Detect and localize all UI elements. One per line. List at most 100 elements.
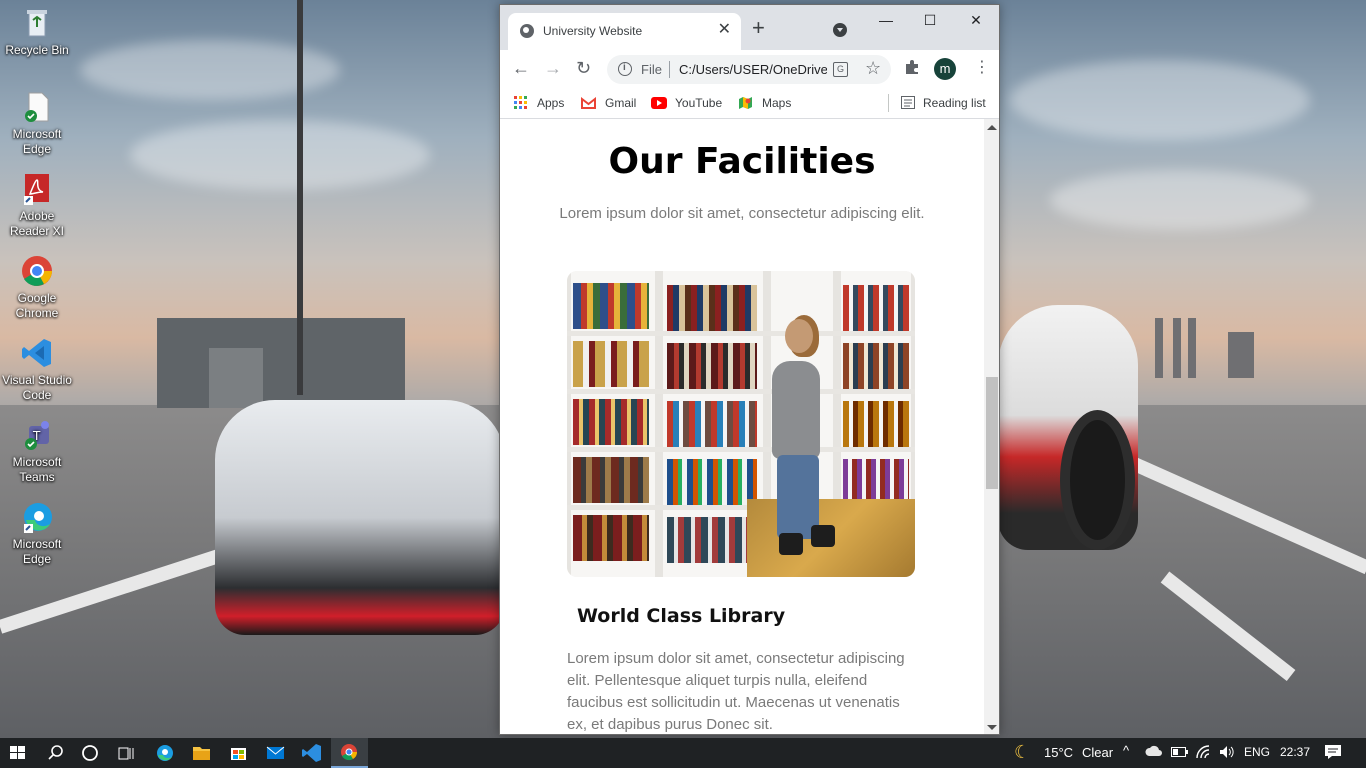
new-tab-button[interactable]: + bbox=[752, 17, 765, 39]
scroll-down-arrow-icon[interactable] bbox=[987, 725, 997, 730]
book-row bbox=[667, 401, 757, 447]
wifi-icon[interactable] bbox=[1195, 744, 1211, 763]
onedrive-cloud-icon[interactable] bbox=[1145, 744, 1163, 761]
browser-toolbar: ← → ↻ File C:/Users/USER/OneDrive/Deskto… bbox=[500, 50, 999, 88]
book-row bbox=[843, 285, 909, 331]
tab-search-icon[interactable] bbox=[833, 23, 847, 37]
start-button[interactable] bbox=[0, 738, 37, 768]
chimney bbox=[1173, 318, 1181, 378]
person-sweater bbox=[772, 361, 820, 459]
translate-icon[interactable]: G bbox=[833, 62, 848, 77]
reload-button[interactable]: ↻ bbox=[576, 58, 591, 78]
bookmark-star-icon[interactable]: ☆ bbox=[865, 58, 881, 79]
weather-temperature[interactable]: 15°C bbox=[1044, 745, 1073, 760]
tab-title: University Website bbox=[543, 24, 643, 38]
cooling-tower bbox=[1228, 332, 1254, 378]
bookmark-youtube[interactable]: YouTube bbox=[675, 96, 722, 110]
desktop-icon-teams[interactable]: T Microsoft Teams bbox=[2, 418, 72, 485]
gmail-icon bbox=[581, 96, 596, 109]
bookmark-maps[interactable]: Maps bbox=[762, 96, 791, 110]
maps-icon bbox=[738, 96, 753, 109]
desktop-icon-vscode[interactable]: Visual Studio Code bbox=[2, 336, 72, 403]
garage-door bbox=[209, 348, 263, 408]
profile-avatar[interactable]: m bbox=[934, 58, 956, 80]
weather-moon-icon[interactable]: ☾ bbox=[1014, 742, 1030, 763]
book-row bbox=[667, 285, 757, 331]
search-icon bbox=[48, 745, 63, 760]
teams-icon: T bbox=[20, 418, 54, 452]
address-bar[interactable]: File C:/Users/USER/OneDrive/Desktop/univ… bbox=[607, 55, 891, 84]
taskbar-edge[interactable] bbox=[146, 738, 183, 768]
cloud bbox=[1010, 60, 1310, 140]
desktop-icon-label: Adobe Reader XI bbox=[9, 209, 65, 238]
person-boot bbox=[811, 525, 835, 547]
close-tab-icon[interactable]: ✕ bbox=[718, 21, 731, 39]
site-info-icon[interactable] bbox=[618, 62, 632, 76]
apps-grid-icon bbox=[514, 96, 529, 109]
scroll-up-arrow-icon[interactable] bbox=[987, 125, 997, 130]
url-text[interactable]: C:/Users/USER/OneDrive/Desktop/universit… bbox=[679, 62, 827, 77]
task-view-button[interactable] bbox=[108, 738, 145, 768]
library-image bbox=[567, 271, 915, 577]
taskbar-store[interactable] bbox=[220, 738, 257, 768]
bookmark-gmail[interactable]: Gmail bbox=[605, 96, 636, 110]
edge-icon bbox=[20, 500, 54, 534]
desktop-icon-google-chrome[interactable]: Google Chrome bbox=[2, 254, 72, 321]
taskbar-vscode[interactable] bbox=[294, 738, 331, 768]
desktop-icon-edge-file[interactable]: Microsoft Edge bbox=[2, 90, 72, 157]
cloud bbox=[130, 120, 430, 190]
taskbar-chrome[interactable] bbox=[331, 738, 368, 768]
cloud bbox=[1050, 170, 1310, 230]
back-button[interactable]: ← bbox=[512, 58, 530, 78]
car-front bbox=[215, 400, 505, 635]
book-row bbox=[667, 343, 757, 389]
book-row bbox=[573, 283, 649, 329]
desktop-icon-edge[interactable]: Microsoft Edge bbox=[2, 500, 72, 567]
person-boot bbox=[779, 533, 803, 555]
maximize-button[interactable]: ☐ bbox=[907, 9, 953, 31]
shelf-board bbox=[567, 331, 915, 336]
clock[interactable]: 22:37 bbox=[1280, 745, 1310, 759]
folder-icon bbox=[193, 747, 210, 760]
battery-icon[interactable] bbox=[1171, 746, 1189, 761]
forward-button[interactable]: → bbox=[544, 58, 562, 78]
browser-tab[interactable]: University Website ✕ bbox=[508, 13, 741, 50]
browser-window: University Website ✕ + — ☐ ✕ ← → ↻ File … bbox=[499, 4, 1000, 735]
notifications-icon[interactable] bbox=[1324, 744, 1342, 763]
shelf-board bbox=[567, 447, 915, 452]
menu-kebab-icon[interactable]: ⋮ bbox=[974, 58, 990, 78]
cortana-button[interactable] bbox=[72, 738, 109, 768]
vscode-icon bbox=[20, 336, 54, 370]
show-hidden-icons-chevron-icon[interactable]: ^ bbox=[1123, 743, 1129, 758]
adobe-reader-icon bbox=[20, 172, 54, 206]
task-view-icon bbox=[118, 747, 134, 760]
bookmarks-bar: Apps Gmail YouTube Maps Reading list bbox=[500, 88, 999, 119]
language-indicator[interactable]: ENG bbox=[1244, 745, 1270, 759]
scrollbar-thumb[interactable] bbox=[986, 377, 998, 489]
reading-list-button[interactable]: Reading list bbox=[923, 96, 986, 110]
close-window-button[interactable]: ✕ bbox=[953, 9, 999, 31]
facility-title: World Class Library bbox=[577, 605, 786, 627]
taskbar-file-explorer[interactable] bbox=[183, 738, 220, 768]
taskbar-mail[interactable] bbox=[257, 738, 294, 768]
desktop-icon-label: Microsoft Teams bbox=[12, 455, 62, 484]
desktop-icon-recycle-bin[interactable]: Recycle Bin bbox=[2, 6, 72, 58]
volume-icon[interactable] bbox=[1218, 744, 1236, 763]
page-scrollbar[interactable] bbox=[984, 119, 999, 734]
search-button[interactable] bbox=[37, 738, 74, 768]
extensions-icon[interactable] bbox=[903, 57, 921, 79]
browser-titlebar: University Website ✕ + — ☐ ✕ bbox=[500, 5, 999, 50]
weather-description[interactable]: Clear bbox=[1082, 745, 1113, 760]
book-row bbox=[573, 399, 649, 445]
desktop-icon-label: Microsoft Edge bbox=[12, 537, 62, 566]
book-row bbox=[667, 459, 757, 505]
book-row bbox=[573, 515, 649, 561]
desktop-icon-label: Google Chrome bbox=[15, 291, 59, 320]
bookmarks-divider bbox=[888, 94, 889, 112]
desktop-icon-adobe-reader[interactable]: Adobe Reader XI bbox=[2, 172, 72, 239]
minimize-button[interactable]: — bbox=[863, 9, 909, 31]
store-icon bbox=[231, 748, 246, 760]
bookmark-apps[interactable]: Apps bbox=[537, 96, 564, 110]
omnibox-divider bbox=[669, 61, 670, 78]
mail-icon bbox=[266, 746, 285, 759]
